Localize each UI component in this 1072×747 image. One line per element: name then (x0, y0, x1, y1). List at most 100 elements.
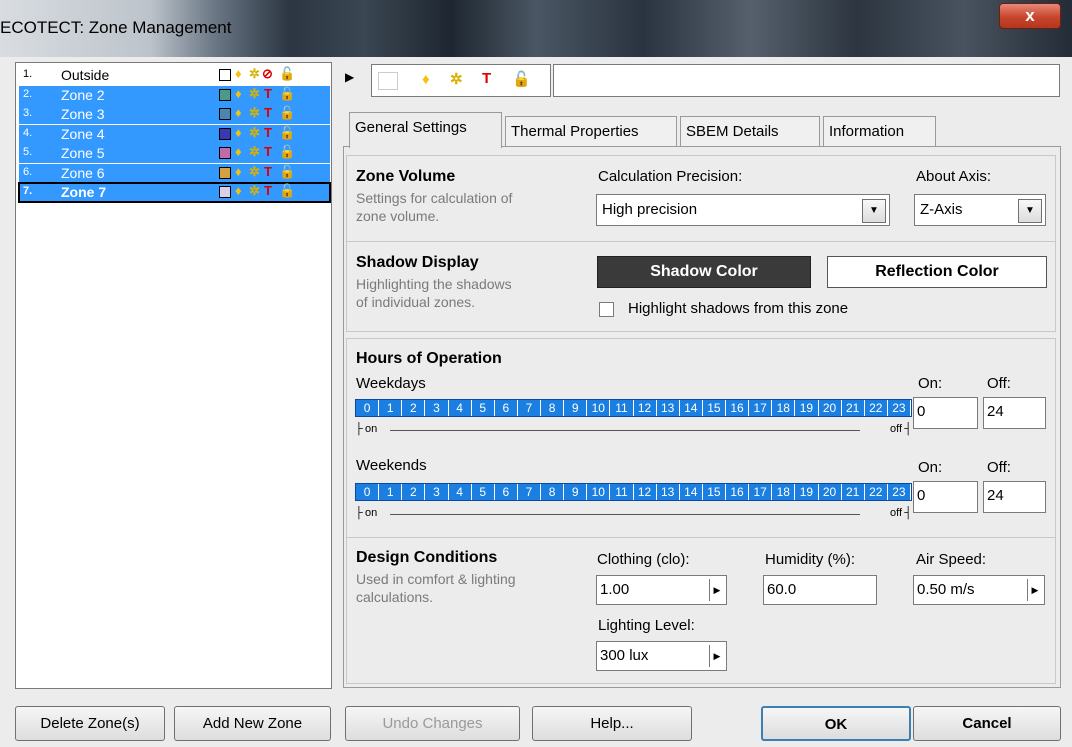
hour-cell[interactable]: 19 (795, 400, 819, 416)
highlight-shadows-checkbox[interactable] (599, 302, 614, 317)
sun-icon[interactable]: ✲ (249, 164, 260, 180)
hour-cell[interactable]: 17 (749, 484, 773, 500)
hour-cell[interactable]: 13 (657, 400, 680, 416)
tab-sbem-details[interactable]: SBEM Details (680, 116, 820, 146)
air-speed-field[interactable]: 0.50 m/s ▶ (913, 575, 1045, 605)
weekends-off-field[interactable]: 24 (983, 481, 1046, 513)
dropdown-arrow-icon[interactable]: ▼ (862, 199, 886, 223)
hour-cell[interactable]: 3 (425, 484, 449, 500)
hour-cell[interactable]: 2 (402, 484, 426, 500)
hour-cell[interactable]: 19 (795, 484, 819, 500)
zone-list-item[interactable]: 2. Zone 2 ♦ ✲ T 🔓 (19, 85, 330, 105)
weekdays-on-field[interactable]: 0 (913, 397, 978, 429)
hour-cell[interactable]: 10 (587, 484, 611, 500)
bulb-icon[interactable]: ♦ (235, 125, 242, 140)
lock-icon[interactable]: 🔓 (279, 86, 295, 102)
sun-icon[interactable]: ✲ (249, 86, 260, 102)
hour-cell[interactable]: 17 (749, 400, 773, 416)
hour-cell[interactable]: 11 (610, 400, 634, 416)
tab-thermal-properties[interactable]: Thermal Properties (505, 116, 677, 146)
spin-arrow-icon[interactable]: ▶ (1027, 579, 1042, 601)
hour-cell[interactable]: 10 (587, 400, 611, 416)
hour-cell[interactable]: 1 (379, 400, 403, 416)
hour-cell[interactable]: 7 (518, 400, 541, 416)
humidity-field[interactable]: 60.0 (763, 575, 877, 605)
sun-icon[interactable]: ✲ (249, 183, 260, 199)
bulb-icon[interactable]: ♦ (235, 144, 242, 159)
close-button[interactable]: x (999, 3, 1061, 29)
weekends-hour-bar[interactable]: 0 1 2 3 4 5 6 7 8 9 10 11 12 13 14 15 16 17 18 19 20 21 22 23 (355, 483, 912, 501)
calculation-precision-select[interactable]: High precision ▼ (596, 194, 890, 226)
hour-cell[interactable]: 0 (356, 400, 380, 416)
zone-attributes-strip[interactable]: ♦ ✲ T 🔓 (371, 64, 551, 97)
weekends-on-field[interactable]: 0 (913, 481, 978, 513)
lock-icon[interactable]: 🔓 (279, 144, 295, 160)
hour-cell[interactable]: 2 (402, 400, 426, 416)
lock-icon[interactable]: 🔓 (279, 164, 295, 180)
color-swatch[interactable] (378, 72, 398, 90)
sun-icon[interactable]: ✲ (249, 66, 260, 82)
undo-changes-button[interactable]: Undo Changes (345, 706, 520, 741)
hour-cell[interactable]: 21 (842, 484, 865, 500)
hour-cell[interactable]: 8 (541, 400, 565, 416)
zone-color-swatch[interactable] (219, 186, 231, 198)
lock-icon[interactable]: 🔓 (279, 183, 295, 199)
hour-cell[interactable]: 9 (564, 400, 588, 416)
bulb-icon[interactable]: ♦ (235, 164, 242, 179)
lock-icon[interactable]: 🔓 (512, 70, 531, 88)
clothing-field[interactable]: 1.00 ▶ (596, 575, 727, 605)
hour-cell[interactable]: 14 (680, 484, 703, 500)
hour-cell[interactable]: 0 (356, 484, 380, 500)
delete-zones-button[interactable]: Delete Zone(s) (15, 706, 165, 741)
zone-color-swatch[interactable] (219, 127, 231, 140)
hour-cell[interactable]: 5 (472, 484, 495, 500)
hour-cell[interactable]: 15 (703, 484, 726, 500)
hour-cell[interactable]: 5 (472, 400, 495, 416)
hour-cell[interactable]: 9 (564, 484, 588, 500)
hour-cell[interactable]: 18 (772, 400, 796, 416)
zone-list-item[interactable]: 6. Zone 6 ♦ ✲ T 🔓 (19, 163, 330, 183)
ok-button[interactable]: OK (761, 706, 911, 741)
zone-color-swatch[interactable] (219, 88, 231, 101)
zone-color-swatch[interactable] (219, 166, 231, 179)
hour-cell[interactable]: 23 (888, 400, 911, 416)
zone-list-item[interactable]: 4. Zone 4 ♦ ✲ T 🔓 (19, 124, 330, 144)
hour-cell[interactable]: 13 (657, 484, 680, 500)
hour-cell[interactable]: 16 (726, 484, 750, 500)
zone-color-swatch[interactable] (219, 147, 231, 159)
thermal-t-icon[interactable]: T (264, 164, 272, 179)
hour-cell[interactable]: 23 (888, 484, 911, 500)
tab-information[interactable]: Information (823, 116, 936, 146)
hour-cell[interactable]: 18 (772, 484, 796, 500)
play-arrow-icon[interactable]: ▶ (345, 70, 354, 84)
no-zone-icon[interactable]: ⊘ (262, 66, 273, 82)
hour-cell[interactable]: 4 (449, 400, 472, 416)
thermal-t-icon[interactable]: T (264, 144, 272, 159)
zone-color-swatch[interactable] (219, 108, 231, 120)
add-new-zone-button[interactable]: Add New Zone (174, 706, 331, 741)
thermal-t-icon[interactable]: T (264, 183, 272, 198)
hour-cell[interactable]: 16 (726, 400, 750, 416)
zone-list-item[interactable]: 3. Zone 3 ♦ ✲ T 🔓 (19, 105, 330, 124)
hour-cell[interactable]: 11 (610, 484, 634, 500)
hour-cell[interactable]: 8 (541, 484, 565, 500)
bulb-icon[interactable]: ♦ (235, 66, 242, 81)
weekdays-hour-bar[interactable]: 0 1 2 3 4 5 6 7 8 9 10 11 12 13 14 15 16 17 18 19 20 21 22 23 (355, 399, 912, 417)
hour-cell[interactable]: 4 (449, 484, 472, 500)
hour-cell[interactable]: 22 (865, 484, 888, 500)
hour-cell[interactable]: 12 (634, 484, 657, 500)
sun-icon[interactable]: ✲ (249, 144, 260, 160)
hour-cell[interactable]: 7 (518, 484, 541, 500)
bulb-icon[interactable]: ♦ (235, 105, 242, 120)
hour-cell[interactable]: 15 (703, 400, 726, 416)
hour-cell[interactable]: 20 (819, 400, 842, 416)
lock-icon[interactable]: 🔓 (279, 125, 295, 141)
thermal-t-icon[interactable]: T (482, 70, 491, 87)
hour-cell[interactable]: 22 (865, 400, 888, 416)
zone-name-field[interactable] (553, 64, 1060, 97)
cancel-button[interactable]: Cancel (913, 706, 1061, 741)
thermal-t-icon[interactable]: T (264, 86, 272, 101)
thermal-t-icon[interactable]: T (264, 105, 272, 120)
thermal-t-icon[interactable]: T (264, 125, 272, 140)
help-button[interactable]: Help... (532, 706, 692, 741)
